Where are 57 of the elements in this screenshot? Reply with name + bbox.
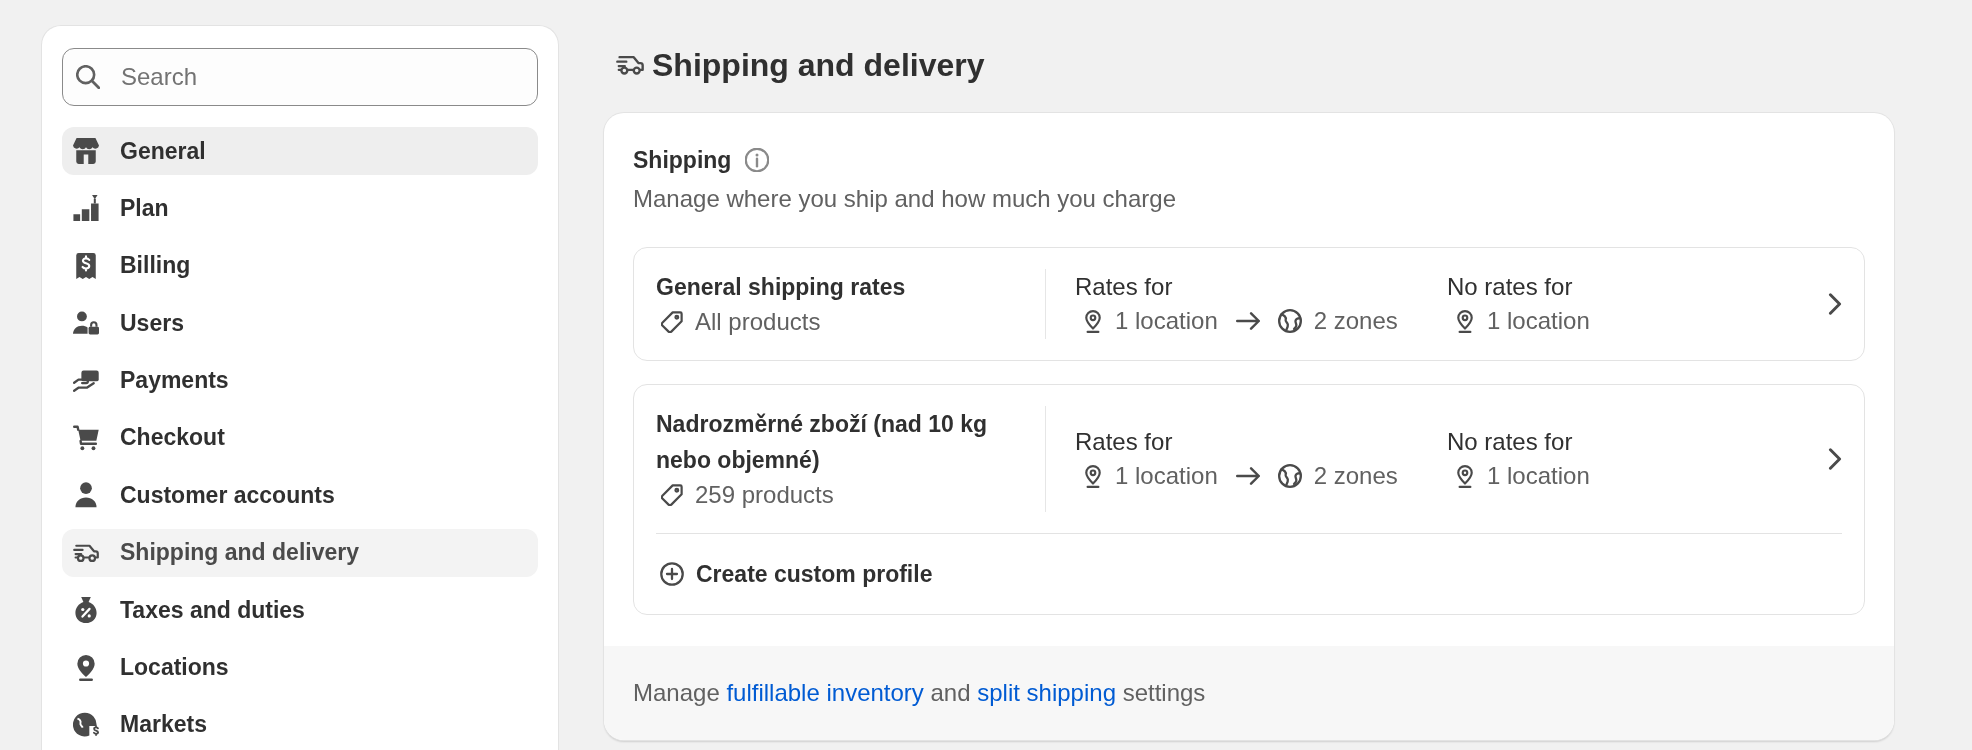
location-count: 1 location [1487,461,1590,491]
location-count: 1 location [1115,306,1218,336]
sidebar-item[interactable]: Shipping and delivery [62,528,538,577]
sidebar-item[interactable]: Customer accounts [62,471,538,520]
person-icon [73,482,99,509]
receipt-icon [73,252,99,279]
map-pin-icon [1083,309,1103,333]
sidebar-item[interactable]: Plan [62,184,538,233]
arrow-icon [1235,466,1260,486]
card-subtitle: Manage where you ship and how much you charge [633,184,1177,214]
arrow-icon [1235,311,1260,331]
profile-name: General shipping rates [656,273,907,302]
location-count: 1 location [1487,306,1590,336]
user-lock-icon [73,310,99,337]
globe-icon [1277,309,1302,333]
sidebar-item[interactable]: Checkout [62,413,538,462]
tag-icon [661,484,683,506]
sidebar-item[interactable]: Taxes and duties [62,586,538,635]
globe-icon [1277,464,1302,488]
sidebar-item[interactable]: Payments [62,356,538,405]
store-icon [73,138,99,164]
product-count: All products [695,307,821,337]
zone-count: 2 zones [1313,306,1398,336]
sidebar-item[interactable]: General [62,127,538,175]
product-count: 259 products [695,480,834,510]
chevron-icon[interactable] [1828,293,1842,315]
map-pin-icon [1083,464,1103,488]
rates-label: Rates for [1075,272,1174,302]
create-profile-button[interactable]: Create custom profile [656,554,937,594]
rates-label: Rates for [1075,427,1174,457]
sidebar-item[interactable]: Markets [62,700,538,749]
map-pin-icon [1455,309,1475,333]
no-rates-label: No rates for [1447,427,1574,457]
cart-icon [73,424,99,451]
globe-dollar-icon [73,711,99,738]
search-icon [76,65,100,89]
profile-name: Nadrozměrné zboží (nad 10 kg nebo objemné) [656,410,988,475]
truck-icon [616,55,644,75]
inline-link[interactable]: split shipping [977,679,1116,706]
steps-icon [73,195,99,222]
map-pin-icon [1455,464,1475,488]
search-field[interactable]: Search [62,48,538,106]
sidebar-item[interactable]: Billing [62,241,538,290]
footer-note: Manage fulfillable inventory and split shipping settings [633,679,1206,707]
tag-icon [661,311,683,333]
no-rates-label: No rates for [1447,272,1574,302]
chevron-icon[interactable] [1828,448,1842,470]
plus-circle-icon [660,562,684,586]
location-count: 1 location [1115,461,1218,491]
info-icon[interactable] [745,148,770,172]
page-title: Shipping and delivery [652,46,985,85]
sidebar-item[interactable]: Locations [62,643,538,692]
sidebar-item[interactable]: Users [62,299,538,348]
money-bag-icon [73,597,99,624]
inline-link[interactable]: fulfillable inventory [726,679,924,706]
card-title: Shipping [633,146,732,175]
zone-count: 2 zones [1313,461,1398,491]
